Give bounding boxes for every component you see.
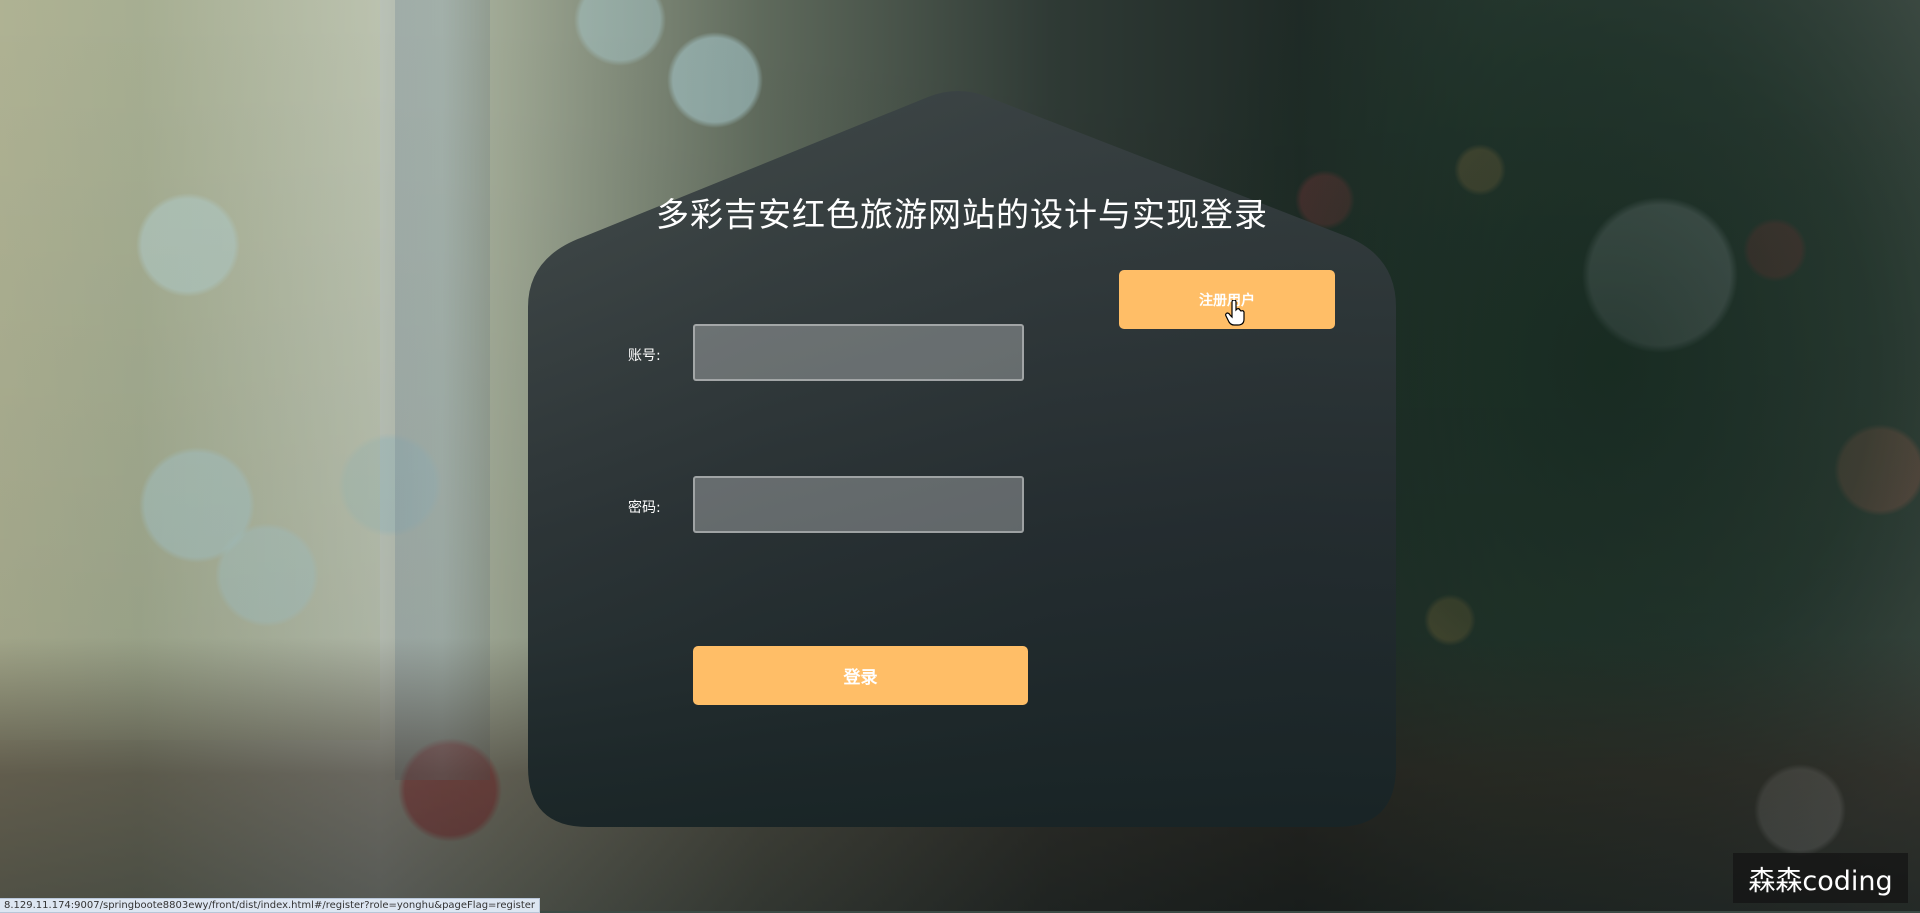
account-input[interactable] [693, 324, 1024, 381]
account-label: 账号: [628, 348, 661, 364]
watermark: 森森coding [1733, 853, 1908, 903]
password-label: 密码: [628, 500, 661, 516]
login-button[interactable]: 登录 [693, 646, 1028, 705]
hand-pointer-icon [1225, 300, 1245, 326]
password-input[interactable] [693, 476, 1024, 533]
page-title: 多彩吉安红色旅游网站的设计与实现登录 [656, 195, 1268, 234]
